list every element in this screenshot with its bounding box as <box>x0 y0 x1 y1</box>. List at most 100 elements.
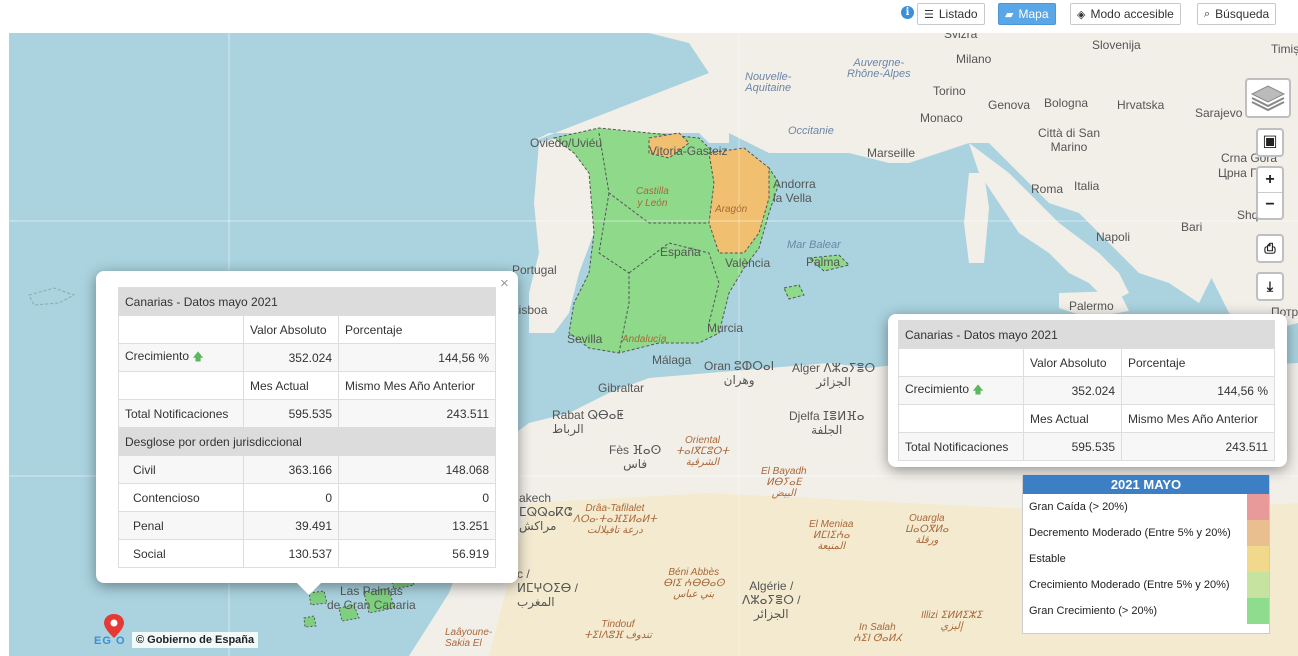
col-mismo-mes: Mismo Mes Año Anterior <box>338 371 496 400</box>
row-crecimiento: Crecimiento 🡅 <box>898 376 1024 405</box>
row-label: Penal <box>118 511 244 540</box>
col-valor-absoluto: Valor Absoluto <box>243 315 339 344</box>
layers-icon <box>1250 85 1286 112</box>
legend-item: Decremento Moderado (Entre 5% y 20%) <box>1023 520 1269 546</box>
print-button[interactable]: ⎙ <box>1256 234 1284 263</box>
map-label-slovenija: Slovenija <box>1092 38 1141 52</box>
map-label-italia: Italia <box>1074 179 1100 193</box>
fullscreen-icon: ▣ <box>1262 133 1278 150</box>
egeo-logo[interactable]: EG O <box>94 612 134 651</box>
map-label-tindouf: Tindouf ⵜⵉⵏⴷⵓⴼ تندوف <box>584 619 652 641</box>
busqueda-label: Búsqueda <box>1215 7 1270 21</box>
layers-control[interactable] <box>1245 78 1291 118</box>
map-label-sarajevo: Sarajevo <box>1195 106 1243 120</box>
map-label-las-palmas: Las Palmas de Gran Canaria <box>327 584 416 612</box>
map-label-fes: Fès ⴼⴰⵙ فاس <box>609 443 662 471</box>
col-porcentaje: Porcentaje <box>1121 348 1275 377</box>
map-label-illizi: Illizi ⵉⵍⵍⵉⵣⵉ إليزي <box>921 610 983 632</box>
eye-slash-icon: ◈ <box>1077 8 1086 21</box>
legend-item: Gran Caída (> 20%) <box>1023 494 1269 520</box>
popup-close-button[interactable]: × <box>500 275 509 292</box>
popup-title: Canarias - Datos mayo 2021 <box>898 320 1275 349</box>
map-label-palermo: Palermo <box>1069 299 1114 313</box>
map-label-in-salah: In Salah ⵄⵉⵏ ⵚⴰⵍⵃ <box>853 622 902 644</box>
fullscreen-control[interactable]: ▣ <box>1256 128 1284 157</box>
map-label-oran: Oran ⵓⵀⵔⴰⵏ وهران <box>704 359 775 387</box>
total-actual: 595.535 <box>243 399 339 428</box>
arrow-up-icon: 🡅 <box>972 384 984 396</box>
popup-detalle-table: Canarias - Datos mayo 2021 Valor Absolut… <box>118 287 496 568</box>
list-icon: ☰ <box>924 8 934 21</box>
popup-canarias-detalle: × Canarias - Datos mayo 2021 Valor Absol… <box>96 271 518 583</box>
map-label-napoli: Napoli <box>1096 230 1131 244</box>
legend-swatch <box>1247 572 1269 598</box>
col-mes-actual: Mes Actual <box>243 371 339 400</box>
map-label-roma: Roma <box>1031 182 1064 196</box>
col-porcentaje: Porcentaje <box>338 315 496 344</box>
col-valor-absoluto: Valor Absoluto <box>1023 348 1122 377</box>
info-icon[interactable]: i <box>901 6 914 19</box>
map-label-occitanie: Occitanie <box>788 125 834 137</box>
crecimiento-porcentaje: 144,56 % <box>1121 376 1275 405</box>
map-label-genova: Genova <box>988 98 1031 112</box>
map-label-monaco: Monaco <box>920 111 963 125</box>
col-mes-actual: Mes Actual <box>1023 404 1122 433</box>
listado-button[interactable]: ☰ Listado <box>917 3 985 25</box>
map-label-suiza: Svizra <box>944 33 978 41</box>
map-label-beni-abbes: Béni Abbès ⴱⵏⵉ ⵄⴱⴱⴰⵙ بني عباس <box>663 567 725 600</box>
map-label-maroc: c / ⵍⵎⵖⵔⵉⴱ / المغرب <box>517 567 579 609</box>
legend-item-label: Crecimiento Moderado (Entre 5% y 20%) <box>1029 579 1230 591</box>
col-mismo-mes: Mismo Mes Año Anterior <box>1121 404 1275 433</box>
listado-label: Listado <box>938 7 978 21</box>
row-label: Contencioso <box>118 483 244 512</box>
legend-swatch <box>1247 598 1269 624</box>
legend-item-label: Decremento Moderado (Entre 5% y 20%) <box>1029 527 1231 539</box>
map-legend: 2021 MAYO Gran Caída (> 20%) Decremento … <box>1022 474 1270 634</box>
map-label-el-meniaa: El Meniaa ⵍⵎⵏⵉⵄⴰ المنيعة <box>809 519 854 552</box>
attribution: © Gobierno de España <box>132 632 259 648</box>
zoom-control: + − <box>1256 166 1284 220</box>
popup-tip <box>297 583 321 595</box>
row-anterior: 56.919 <box>338 539 496 568</box>
zoom-out-button[interactable]: − <box>1258 193 1282 218</box>
row-anterior: 148.068 <box>338 455 496 484</box>
map-label-oviedo: Oviedo/Uviéu <box>530 136 603 150</box>
download-button[interactable]: ⤓ <box>1256 272 1284 301</box>
map-label-aragon: Aragón <box>715 204 748 215</box>
map-label-milano: Milano <box>956 52 992 66</box>
crecimiento-valor: 352.024 <box>1023 376 1122 405</box>
map-label-hrvatska: Hrvatska <box>1117 98 1165 112</box>
popup-title: Canarias - Datos mayo 2021 <box>118 287 496 316</box>
popup-hover-table: Canarias - Datos mayo 2021 Valor Absolut… <box>898 320 1275 461</box>
legend-item: Crecimiento Moderado (Entre 5% y 20%) <box>1023 572 1269 598</box>
crecimiento-valor: 352.024 <box>243 343 339 372</box>
popup-canarias-hover: Canarias - Datos mayo 2021 Valor Absolut… <box>888 314 1287 467</box>
busqueda-button[interactable]: ⌕ Búsqueda <box>1197 3 1277 25</box>
map-label-marseille: Marseille <box>867 146 916 160</box>
crecimiento-label: Crecimiento <box>905 382 970 396</box>
total-notificaciones-label: Total Notificaciones <box>898 432 1024 461</box>
mapa-label: Mapa <box>1018 7 1049 21</box>
map-label-djelfa: Djelfa ⵊⴻⵍⴼⴰ الجلفة <box>789 409 865 437</box>
zoom-in-button[interactable]: + <box>1258 168 1282 193</box>
mapa-button[interactable]: ▰ Mapa <box>998 3 1056 25</box>
row-anterior: 0 <box>338 483 496 512</box>
download-icon: ⤓ <box>1266 278 1274 294</box>
legend-item-label: Gran Caída (> 20%) <box>1029 501 1128 513</box>
legend-item: Gran Crecimiento (> 20%) <box>1023 598 1269 624</box>
map-label-ouargla: Ouargla ⵡⴰⵔⴳⵍⴰ ورقلة <box>905 513 949 546</box>
table-row: Contencioso 0 0 <box>118 483 496 512</box>
print-icon: ⎙ <box>1264 240 1276 256</box>
map-label-san-marino: Città di San Marino <box>1038 126 1101 154</box>
total-anterior: 243.511 <box>338 399 496 428</box>
map-label-mar-balear: Mar Balear <box>787 239 841 251</box>
legend-title: 2021 MAYO <box>1023 475 1269 494</box>
legend-item: Estable <box>1023 546 1269 572</box>
map-label-andalucia: Andalucía <box>622 334 667 345</box>
map-icon: ▰ <box>1005 8 1014 21</box>
modo-accesible-button[interactable]: ◈ Modo accesible <box>1070 3 1181 25</box>
arrow-up-icon: 🡅 <box>192 351 204 363</box>
map-label-valencia: València <box>725 256 771 270</box>
crecimiento-label: Crecimiento <box>125 349 190 363</box>
map-label-vitoria: Vitoria-Gasteiz <box>649 144 728 158</box>
